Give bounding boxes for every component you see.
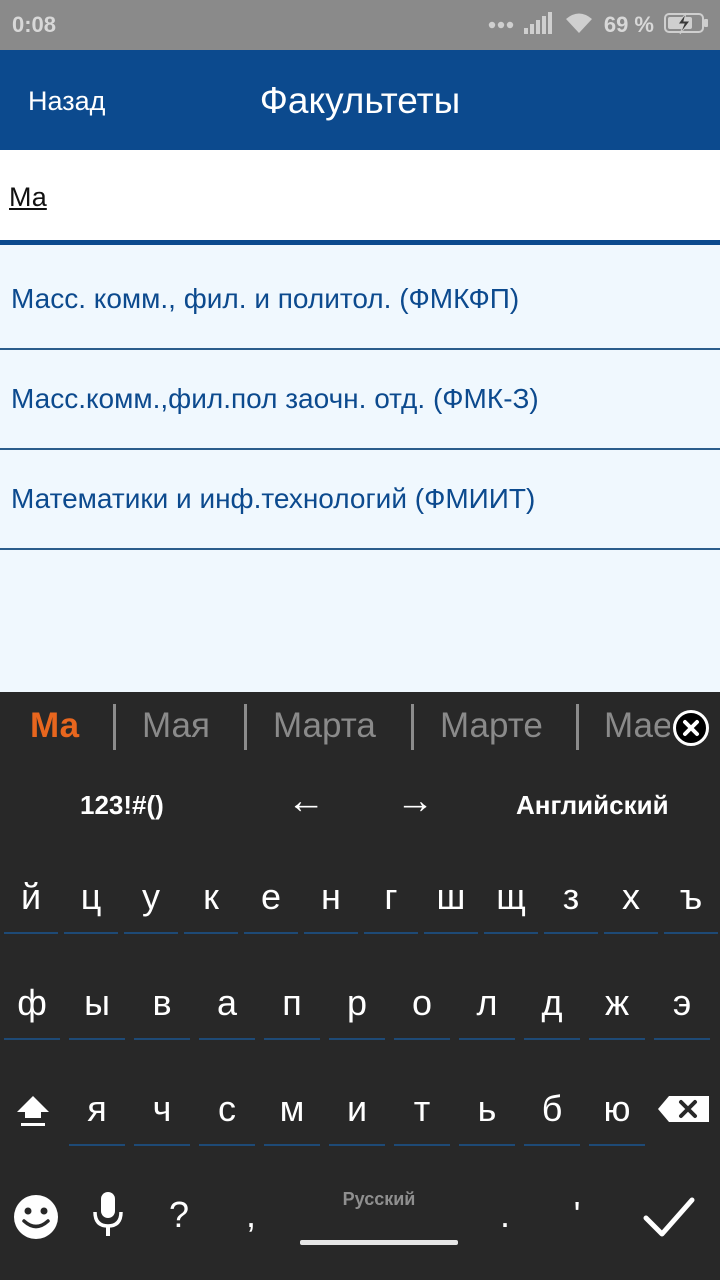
battery-percent: 69 % <box>603 12 654 37</box>
backspace-key[interactable] <box>654 1078 714 1146</box>
cursor-right-icon[interactable]: → <box>396 780 434 823</box>
emoji-key[interactable] <box>8 1184 64 1252</box>
wifi-icon <box>564 11 594 40</box>
space-key-label: Русский <box>342 1189 416 1209</box>
key[interactable]: у <box>124 866 178 934</box>
keyboard: Ма Мая Марта Марте Мае 123!#() ← → Англи… <box>0 692 720 1280</box>
key[interactable]: ю <box>589 1078 645 1146</box>
suggestion-divider <box>576 704 579 750</box>
key[interactable]: а <box>199 972 255 1040</box>
key[interactable]: щ <box>484 866 538 934</box>
key[interactable]: и <box>329 1078 385 1146</box>
suggestion-item[interactable]: Марте <box>440 706 543 746</box>
key[interactable]: ф <box>4 972 60 1040</box>
apostrophe-key[interactable]: ' <box>550 1184 604 1252</box>
faculty-list: Масс. комм., фил. и политол. (ФМКФП) Мас… <box>0 250 720 550</box>
suggestion-divider <box>113 704 116 750</box>
key[interactable]: к <box>184 866 238 934</box>
list-item[interactable]: Масс.комм.,фил.пол заочн. отд. (ФМК-З) <box>0 350 720 450</box>
list-item[interactable]: Математики и инф.технологий (ФМИИТ) <box>0 450 720 550</box>
period-key[interactable]: . <box>478 1184 532 1252</box>
suggestion-item[interactable]: Марта <box>273 706 376 746</box>
key[interactable]: х <box>604 866 658 934</box>
key[interactable]: д <box>524 972 580 1040</box>
enter-check-icon[interactable] <box>636 1184 700 1252</box>
suggestion-item[interactable]: Мая <box>142 706 210 746</box>
signal-icon <box>523 11 554 39</box>
dots-icon <box>488 16 514 34</box>
cursor-left-icon[interactable]: ← <box>287 780 325 823</box>
key[interactable]: о <box>394 972 450 1040</box>
key[interactable]: п <box>264 972 320 1040</box>
key[interactable]: ь <box>459 1078 515 1146</box>
suggestion-divider <box>244 704 247 750</box>
search-input[interactable]: Ма <box>0 150 720 245</box>
key[interactable]: с <box>199 1078 255 1146</box>
question-key[interactable]: ? <box>152 1184 206 1252</box>
key[interactable]: м <box>264 1078 320 1146</box>
list-item-label: Математики и инф.технологий (ФМИИТ) <box>11 483 536 514</box>
battery-charging-icon <box>664 11 710 40</box>
search-input-value: Ма <box>9 182 47 212</box>
shift-key[interactable] <box>4 1078 62 1146</box>
space-key[interactable] <box>300 1240 458 1245</box>
key[interactable]: з <box>544 866 598 934</box>
microphone-key[interactable] <box>80 1184 136 1252</box>
close-suggestions-icon[interactable] <box>673 710 709 746</box>
suggestion-item[interactable]: Ма <box>30 706 79 746</box>
key[interactable]: ш <box>424 866 478 934</box>
symbols-button[interactable]: 123!#() <box>80 790 164 821</box>
key[interactable]: в <box>134 972 190 1040</box>
suggestion-bar: Ма Мая Марта Марте Мае <box>0 692 720 764</box>
language-switch-button[interactable]: Английский <box>516 790 669 821</box>
key[interactable]: ы <box>69 972 125 1040</box>
key[interactable]: й <box>4 866 58 934</box>
key[interactable]: р <box>329 972 385 1040</box>
key[interactable]: я <box>69 1078 125 1146</box>
keyboard-toolbar: 123!#() ← → Английский <box>0 774 720 834</box>
key[interactable]: т <box>394 1078 450 1146</box>
key[interactable]: г <box>364 866 418 934</box>
key[interactable]: ъ <box>664 866 718 934</box>
key[interactable]: л <box>459 972 515 1040</box>
comma-key[interactable]: , <box>224 1184 278 1252</box>
status-bar: 0:08 69 % <box>0 0 720 50</box>
key[interactable]: е <box>244 866 298 934</box>
status-time: 0:08 <box>12 12 57 37</box>
app-bar: Назад Факультеты <box>0 50 720 150</box>
list-item-label: Масс.комм.,фил.пол заочн. отд. (ФМК-З) <box>11 383 539 414</box>
list-item[interactable]: Масс. комм., фил. и политол. (ФМКФП) <box>0 250 720 350</box>
key[interactable]: ч <box>134 1078 190 1146</box>
key[interactable]: ц <box>64 866 118 934</box>
suggestion-divider <box>411 704 414 750</box>
page-title: Факультеты <box>259 80 461 121</box>
list-item-label: Масс. комм., фил. и политол. (ФМКФП) <box>11 283 520 314</box>
status-icons: 69 % <box>488 10 710 40</box>
key[interactable]: б <box>524 1078 580 1146</box>
suggestion-item[interactable]: Мае <box>604 706 670 746</box>
key[interactable]: э <box>654 972 710 1040</box>
key[interactable]: н <box>304 866 358 934</box>
key[interactable]: ж <box>589 972 645 1040</box>
